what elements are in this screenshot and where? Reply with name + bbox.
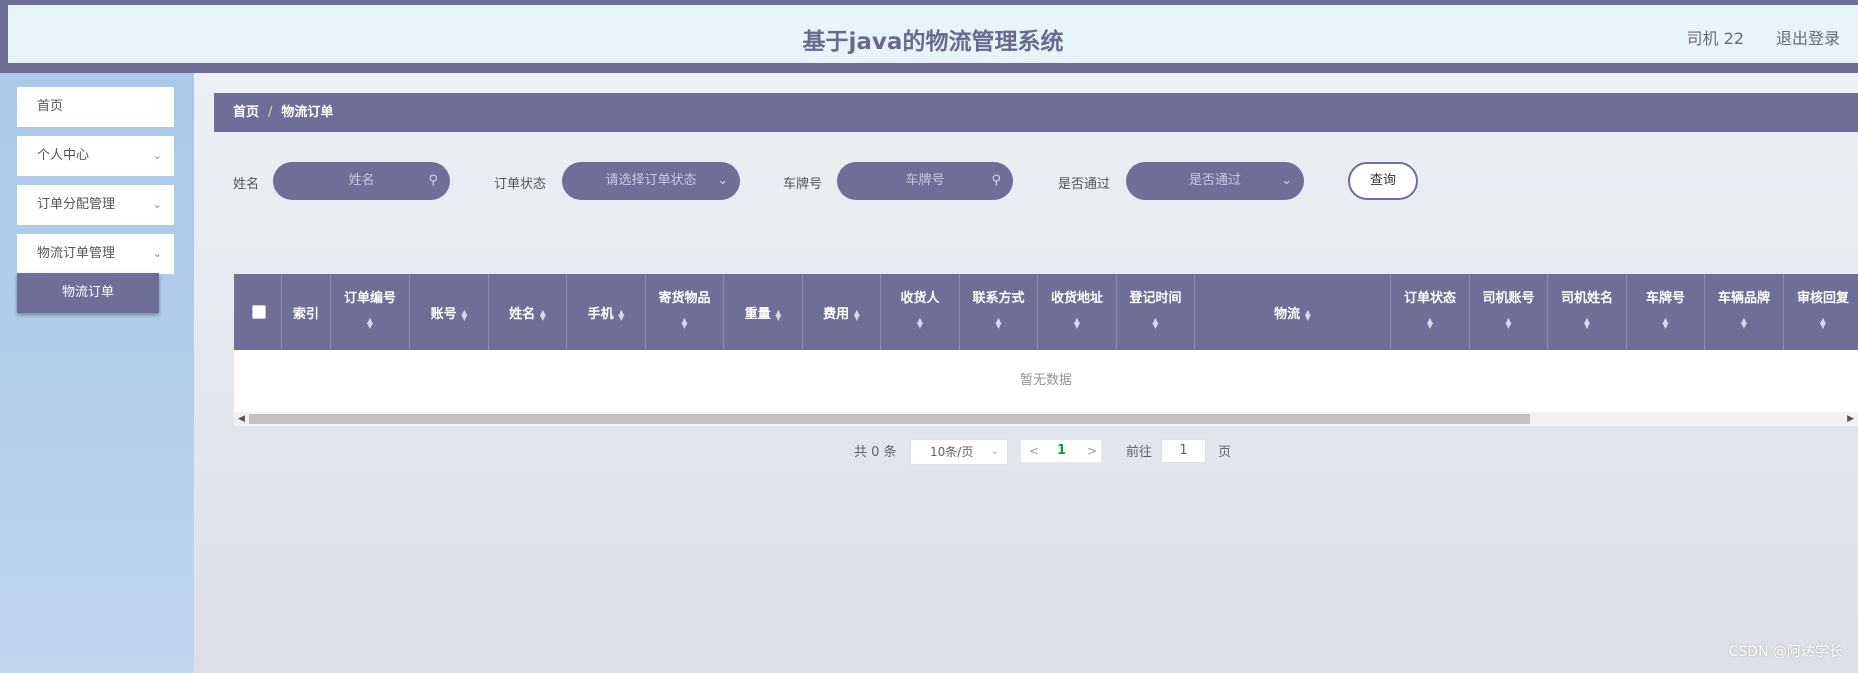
- watermark: CSDN @阿达学长: [1728, 644, 1843, 660]
- plate-input[interactable]: 车牌号 ⚲: [837, 162, 1013, 200]
- column-register-time[interactable]: 登记时间 ▲ ▼: [1117, 274, 1195, 350]
- sort-icon: ▲ ▼: [461, 307, 468, 322]
- goto-label: 前往: [1126, 445, 1153, 460]
- column-logistics[interactable]: 物流 ▲ ▼: [1195, 274, 1391, 350]
- sort-icon: ▲ ▼: [1583, 316, 1591, 330]
- search-icon: ⚲: [991, 173, 1001, 188]
- sort-icon: ▲ ▼: [916, 316, 924, 330]
- breadcrumb-current: 物流订单: [281, 105, 334, 120]
- name-placeholder: 姓名: [348, 173, 375, 188]
- sort-icon: ▲ ▼: [995, 316, 1002, 330]
- column-name[interactable]: 姓名 ▲ ▼: [489, 274, 567, 350]
- sort-icon: ▲ ▼: [366, 316, 374, 330]
- current-user: 司机 22: [1686, 29, 1744, 48]
- sort-icon: ▲ ▼: [618, 307, 625, 322]
- goto-page-input[interactable]: 1: [1161, 439, 1206, 463]
- pass-placeholder: 是否通过: [1188, 173, 1241, 188]
- name-label: 姓名: [233, 177, 260, 192]
- sort-icon: ▲ ▼: [1073, 316, 1081, 330]
- pass-select[interactable]: 是否通过 ⌄: [1126, 162, 1304, 200]
- order-table: 索引 订单编号 ▲ ▼ 账号 ▲ ▼ 姓名 ▲ ▼ 手机 ▲ ▼ 寄货物品 ▲ ▼ 重量 ▲ ▼…: [234, 274, 1858, 426]
- column-plate[interactable]: 车牌号 ▲ ▼: [1627, 274, 1705, 350]
- column-review-reply[interactable]: 审核回复 ▲ ▼: [1784, 274, 1858, 350]
- chevron-down-icon: ⌄: [717, 173, 728, 188]
- header: 基于java的物流管理系统 司机 22 退出登录: [8, 5, 1858, 63]
- scroll-right-icon[interactable]: ▶: [1847, 412, 1854, 426]
- page-label: 页: [1218, 445, 1232, 460]
- next-page-icon[interactable]: >: [1087, 440, 1097, 462]
- column-vehicle-brand[interactable]: 车辆品牌 ▲ ▼: [1705, 274, 1784, 350]
- page-size-value: 10条/页: [930, 445, 974, 459]
- column-order-status[interactable]: 订单状态 ▲ ▼: [1391, 274, 1470, 350]
- table-header: 索引 订单编号 ▲ ▼ 账号 ▲ ▼ 姓名 ▲ ▼ 手机 ▲ ▼ 寄货物品 ▲ ▼ 重量 ▲ ▼…: [234, 274, 1858, 350]
- logout-link[interactable]: 退出登录: [1776, 25, 1840, 49]
- select-all-checkbox[interactable]: [252, 305, 266, 319]
- plate-label: 车牌号: [783, 177, 823, 192]
- sort-icon: ▲ ▼: [1426, 316, 1434, 330]
- sidebar-subitem-logistics-orders[interactable]: 物流订单: [17, 273, 159, 313]
- page-size-select[interactable]: 10条/页 ⌄: [910, 439, 1008, 465]
- scrollbar-thumb[interactable]: [249, 414, 1530, 424]
- order-status-select[interactable]: 请选择订单状态 ⌄: [562, 162, 740, 200]
- column-contact[interactable]: 联系方式 ▲ ▼: [960, 274, 1038, 350]
- search-icon: ⚲: [428, 173, 438, 188]
- sort-icon: ▲ ▼: [1152, 316, 1159, 330]
- column-fee[interactable]: 费用 ▲ ▼: [803, 274, 881, 350]
- sort-icon: ▲ ▼: [539, 307, 546, 322]
- sort-icon: ▲ ▼: [775, 307, 782, 322]
- sidebar-item-order-assignment[interactable]: 订单分配管理 ⌄: [17, 185, 174, 225]
- scroll-left-icon[interactable]: ◀: [238, 412, 245, 426]
- chevron-down-icon: ⌄: [152, 149, 162, 162]
- sort-icon: ▲ ▼: [1662, 316, 1669, 330]
- sidebar-item-label: 首页: [37, 99, 64, 114]
- app-title: 基于java的物流管理系统: [802, 29, 1064, 55]
- column-phone[interactable]: 手机 ▲ ▼: [567, 274, 646, 350]
- select-all-column: [234, 274, 282, 350]
- query-button[interactable]: 查询: [1348, 162, 1418, 200]
- breadcrumb-home[interactable]: 首页: [233, 105, 259, 120]
- column-address[interactable]: 收货地址 ▲ ▼: [1038, 274, 1117, 350]
- main-content: 首页 / 物流订单 姓名 姓名 ⚲ 订单状态 请选择订单状态 ⌄ 车牌号 车牌号 ⚲…: [194, 73, 1858, 673]
- page-number[interactable]: 1: [1057, 440, 1066, 462]
- column-index: 索引: [282, 274, 331, 350]
- pagination-total: 共 0 条: [854, 445, 897, 460]
- column-account[interactable]: 账号 ▲ ▼: [410, 274, 489, 350]
- pass-label: 是否通过: [1058, 177, 1111, 192]
- plate-placeholder: 车牌号: [905, 173, 945, 188]
- sort-icon: ▲ ▼: [1819, 316, 1827, 330]
- breadcrumb: 首页 / 物流订单: [214, 93, 1858, 132]
- sort-icon: ▲ ▼: [681, 316, 688, 330]
- chevron-down-icon: ⌄: [152, 198, 162, 211]
- sort-icon: ▲ ▼: [853, 307, 860, 322]
- empty-text: 暂无数据: [1019, 373, 1072, 388]
- prev-page-icon[interactable]: <: [1029, 440, 1039, 462]
- sidebar-item-logistics-order-management[interactable]: 物流订单管理 ⌄: [17, 234, 174, 274]
- column-goods[interactable]: 寄货物品 ▲ ▼: [646, 274, 724, 350]
- order-status-label: 订单状态: [494, 177, 547, 192]
- breadcrumb-separator: /: [268, 105, 273, 120]
- order-status-placeholder: 请选择订单状态: [605, 173, 697, 188]
- chevron-up-icon: ⌄: [152, 247, 162, 260]
- column-receiver[interactable]: 收货人 ▲ ▼: [881, 274, 960, 350]
- sort-icon: ▲ ▼: [1505, 316, 1512, 330]
- column-driver-account[interactable]: 司机账号 ▲ ▼: [1470, 274, 1548, 350]
- pager: < 1 >: [1020, 439, 1102, 463]
- sidebar-item-label: 个人中心: [37, 148, 90, 163]
- chevron-down-icon: ⌄: [1281, 173, 1292, 188]
- column-order-number[interactable]: 订单编号 ▲ ▼: [331, 274, 410, 350]
- sort-icon: ▲ ▼: [1740, 316, 1748, 330]
- chevron-down-icon: ⌄: [990, 446, 999, 457]
- column-weight[interactable]: 重量 ▲ ▼: [724, 274, 803, 350]
- sidebar-item-label: 物流订单管理: [37, 246, 116, 261]
- horizontal-scrollbar[interactable]: ◀ ▶: [234, 412, 1858, 426]
- sidebar: 首页 个人中心 ⌄ 订单分配管理 ⌄ 物流订单管理 ⌄ 物流订单: [0, 73, 194, 673]
- sort-icon: ▲ ▼: [1304, 307, 1311, 322]
- column-driver-name[interactable]: 司机姓名 ▲ ▼: [1548, 274, 1627, 350]
- sidebar-item-home[interactable]: 首页: [17, 87, 174, 127]
- sidebar-item-label: 订单分配管理: [37, 197, 116, 212]
- sidebar-item-personal-center[interactable]: 个人中心 ⌄: [17, 136, 174, 176]
- name-input[interactable]: 姓名 ⚲: [273, 162, 450, 200]
